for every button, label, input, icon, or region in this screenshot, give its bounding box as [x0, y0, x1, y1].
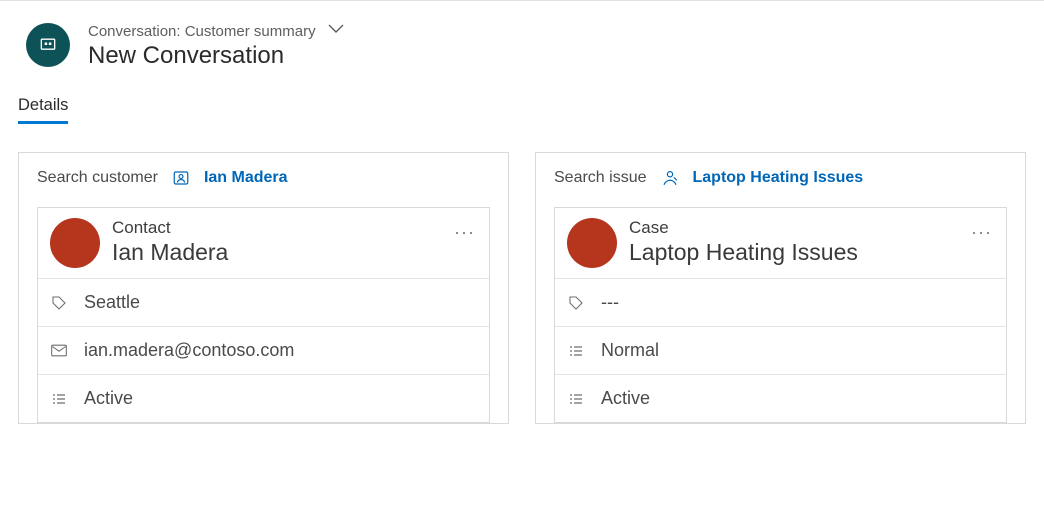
issue-card-header: Case Laptop Heating Issues ···	[555, 208, 1006, 278]
customer-card-header: Contact Ian Madera ···	[38, 208, 489, 278]
issue-panel-header: Search issue Laptop Heating Issues	[554, 169, 1007, 187]
breadcrumb-label: Conversation: Customer summary	[88, 23, 316, 40]
customer-card: Contact Ian Madera ··· Seattle	[37, 207, 490, 423]
issue-panel: Search issue Laptop Heating Issues Case …	[535, 152, 1026, 424]
avatar	[567, 218, 617, 268]
customer-panel-header: Search customer Ian Madera	[37, 169, 490, 187]
issue-card: Case Laptop Heating Issues ··· ---	[554, 207, 1007, 423]
email-row: ian.madera@contoso.com	[38, 326, 489, 374]
header-text: Conversation: Customer summary New Conve…	[88, 23, 344, 70]
issue-link[interactable]: Laptop Heating Issues	[693, 169, 864, 187]
search-customer-label: Search customer	[37, 169, 158, 187]
more-options-button[interactable]: ···	[971, 222, 992, 243]
contact-link-icon	[172, 169, 190, 187]
card-type-label: Contact	[112, 218, 477, 238]
status-row: Active	[555, 374, 1006, 422]
case-link-icon	[661, 169, 679, 187]
panel-row: Search customer Ian Madera Contact Ian M…	[0, 124, 1044, 424]
conversation-icon	[26, 23, 70, 67]
card-name: Ian Madera	[112, 238, 477, 267]
list-icon	[50, 392, 68, 406]
search-issue-label: Search issue	[554, 169, 647, 187]
location-value: ---	[601, 292, 619, 313]
priority-value: Normal	[601, 340, 659, 361]
tag-icon	[50, 295, 68, 311]
customer-link[interactable]: Ian Madera	[204, 169, 288, 187]
status-value: Active	[601, 388, 650, 409]
chevron-down-icon	[328, 21, 344, 38]
email-value: ian.madera@contoso.com	[84, 340, 294, 361]
priority-row: Normal	[555, 326, 1006, 374]
tab-bar: Details	[18, 96, 1044, 124]
tab-details[interactable]: Details	[18, 96, 68, 124]
location-row: Seattle	[38, 278, 489, 326]
status-value: Active	[84, 388, 133, 409]
location-row: ---	[555, 278, 1006, 326]
customer-panel: Search customer Ian Madera Contact Ian M…	[18, 152, 509, 424]
location-value: Seattle	[84, 292, 140, 313]
mail-icon	[50, 344, 68, 357]
more-options-button[interactable]: ···	[454, 222, 475, 243]
avatar	[50, 218, 100, 268]
list-icon	[567, 344, 585, 358]
breadcrumb[interactable]: Conversation: Customer summary	[88, 23, 344, 40]
tag-icon	[567, 295, 585, 311]
page-header: Conversation: Customer summary New Conve…	[0, 1, 1044, 70]
card-name: Laptop Heating Issues	[629, 238, 994, 267]
card-type-label: Case	[629, 218, 994, 238]
list-icon	[567, 392, 585, 406]
status-row: Active	[38, 374, 489, 422]
page-title: New Conversation	[88, 42, 344, 70]
